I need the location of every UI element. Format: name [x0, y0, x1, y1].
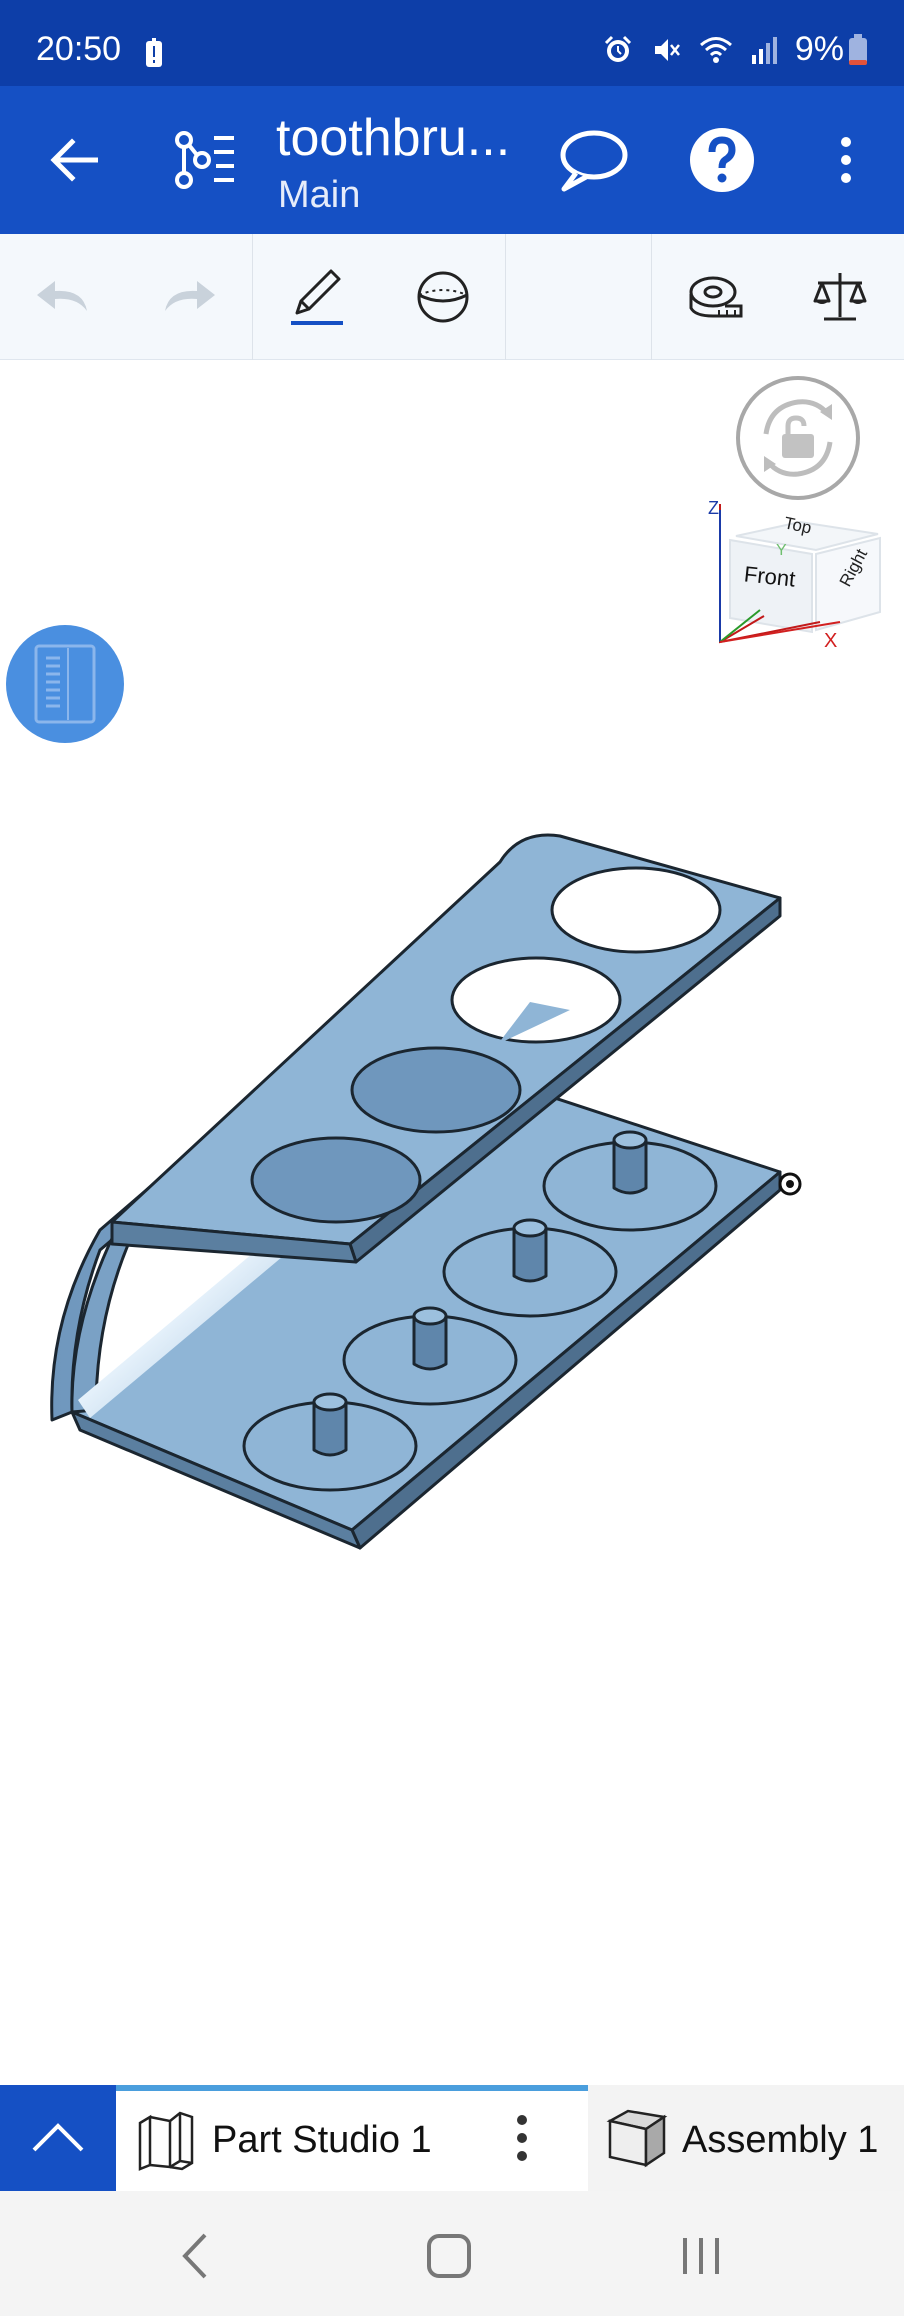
- axis-x-label: X: [824, 630, 838, 652]
- chevron-up-icon: [32, 2123, 84, 2152]
- nav-recents-icon: [683, 2238, 719, 2274]
- axis-z-label: Z: [708, 498, 719, 518]
- tab-bar: Part Studio 1 Assembly 1: [0, 2085, 904, 2191]
- status-icons: 9%: [603, 30, 868, 69]
- version-graph-button[interactable]: [164, 120, 244, 200]
- status-bar: 20:50 9%: [0, 0, 904, 86]
- more-vertical-icon: [841, 137, 851, 183]
- tab-label: Assembly 1: [682, 2119, 879, 2161]
- mass-properties-button[interactable]: [805, 262, 875, 332]
- toolbar: [0, 234, 904, 360]
- tape-measure-icon: [689, 276, 743, 318]
- feature-list-icon: [34, 644, 96, 724]
- tab-part-studio[interactable]: Part Studio 1: [116, 2085, 588, 2191]
- toolbar-divider: [651, 234, 652, 360]
- undo-button[interactable]: [28, 262, 98, 332]
- nav-home-button[interactable]: [414, 2221, 484, 2291]
- expand-tabs-button[interactable]: [0, 2085, 116, 2191]
- sketch-button[interactable]: [282, 262, 352, 332]
- part-studio-icon: [138, 2111, 194, 2171]
- battery-icon: [849, 33, 867, 65]
- rotate-lock-icon: [736, 376, 860, 500]
- mute-icon: [654, 38, 680, 61]
- redo-button[interactable]: [154, 262, 224, 332]
- signal-icon: [751, 36, 777, 64]
- tab-assembly[interactable]: Assembly 1: [588, 2085, 904, 2191]
- tab-more-icon[interactable]: [514, 2113, 530, 2163]
- nav-recents-button[interactable]: [666, 2221, 736, 2291]
- status-time: 20:50: [36, 30, 122, 68]
- solid-feature-button[interactable]: [408, 262, 478, 332]
- wifi-icon: [699, 36, 732, 63]
- battery-alert-icon: [146, 38, 162, 67]
- alarm-icon: [604, 35, 631, 62]
- axis-y-label: Y: [776, 542, 787, 559]
- graphics-viewport[interactable]: Top Front Right Z Y X: [0, 360, 904, 2085]
- version-graph-icon: [175, 131, 234, 189]
- branch-name[interactable]: Main: [278, 174, 360, 217]
- measure-button[interactable]: [680, 262, 750, 332]
- battery-percent: 9%: [794, 30, 844, 68]
- view-cube[interactable]: Top Front Right Z Y X: [700, 498, 890, 670]
- tab-label: Part Studio 1: [212, 2119, 432, 2161]
- feature-list-toggle[interactable]: [6, 625, 124, 743]
- pencil-icon: [291, 269, 343, 325]
- nav-back-button[interactable]: [160, 2221, 230, 2291]
- help-icon: [690, 128, 754, 192]
- system-nav-bar: [0, 2191, 904, 2316]
- sphere-icon: [417, 271, 469, 323]
- nav-back-icon: [182, 2233, 207, 2279]
- comments-button[interactable]: [552, 120, 632, 200]
- comment-icon: [560, 130, 628, 192]
- back-button[interactable]: [34, 120, 114, 200]
- app-bar: toothbru... Main: [0, 86, 904, 234]
- help-button[interactable]: [682, 120, 762, 200]
- balance-scale-icon: [813, 273, 867, 321]
- nav-home-icon: [427, 2234, 471, 2278]
- redo-icon: [165, 281, 215, 311]
- undo-icon: [37, 281, 87, 311]
- toolbar-divider: [252, 234, 253, 360]
- arrow-left-icon: [50, 138, 98, 182]
- document-title[interactable]: toothbru...: [276, 108, 510, 168]
- overflow-menu-button[interactable]: [806, 120, 886, 200]
- view-cube-front-label[interactable]: Front: [743, 561, 797, 592]
- assembly-icon: [606, 2109, 668, 2168]
- toolbar-divider: [505, 234, 506, 360]
- rotation-lock-button[interactable]: [734, 374, 862, 502]
